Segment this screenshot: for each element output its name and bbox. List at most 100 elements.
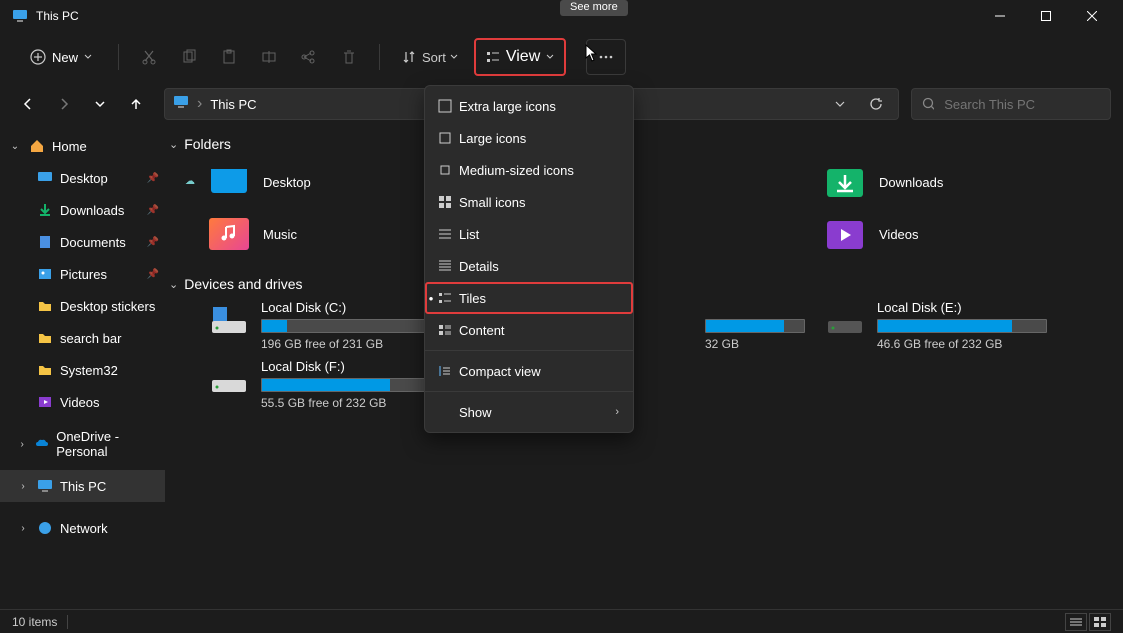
ellipsis-icon (598, 49, 614, 65)
chevron-right-icon: › (16, 523, 30, 534)
more-button[interactable] (586, 39, 626, 75)
separator (379, 44, 380, 70)
cut-button[interactable] (133, 39, 165, 75)
sidebar-item-label: OneDrive - Personal (56, 429, 159, 459)
documents-icon (36, 233, 54, 251)
sidebar-item-home[interactable]: ⌄ Home (0, 130, 165, 162)
view-label: View (506, 48, 540, 66)
folder-label: Downloads (879, 175, 943, 190)
group-header-drives[interactable]: ⌄ Devices and drives (169, 276, 1113, 292)
share-button[interactable] (293, 39, 325, 75)
paste-button[interactable] (213, 39, 245, 75)
minimize-button[interactable] (977, 0, 1023, 32)
menu-item-lg-icons[interactable]: Large icons (425, 122, 633, 154)
drive-label: Local Disk (C:) (261, 300, 431, 315)
chevron-down-icon (450, 53, 458, 61)
sidebar-item-desktop[interactable]: Desktop 📌 (0, 162, 165, 194)
menu-item-content[interactable]: Content (425, 314, 633, 346)
drive-tile-e[interactable]: Local Disk (E:) 46.6 GB free of 232 GB (825, 300, 1113, 351)
sidebar-item-search-bar[interactable]: search bar (0, 322, 165, 354)
view-menu: Extra large icons Large icons Medium-siz… (424, 85, 634, 433)
trash-icon (341, 49, 357, 65)
thumbnails-view-button[interactable] (1089, 613, 1111, 631)
menu-item-xl-icons[interactable]: Extra large icons (425, 90, 633, 122)
lg-icons-icon (437, 131, 453, 145)
copy-button[interactable] (173, 39, 205, 75)
menu-item-tiles[interactable]: Tiles (425, 282, 633, 314)
close-button[interactable] (1069, 0, 1115, 32)
sidebar-item-label: Desktop stickers (60, 299, 155, 314)
maximize-button[interactable] (1023, 0, 1069, 32)
menu-item-show[interactable]: Show› (425, 396, 633, 428)
sidebar-item-pictures[interactable]: Pictures 📌 (0, 258, 165, 290)
up-button[interactable] (120, 88, 152, 120)
chevron-right-icon: › (615, 406, 619, 418)
folder-label: Desktop (263, 175, 311, 190)
downloads-icon (825, 164, 865, 200)
sidebar-item-desktop-stickers[interactable]: Desktop stickers (0, 290, 165, 322)
sidebar-item-label: Downloads (60, 203, 124, 218)
drive-usage-bar (705, 319, 805, 333)
sidebar-item-label: Documents (60, 235, 126, 250)
videos-icon (825, 216, 865, 252)
cut-icon (141, 49, 157, 65)
sidebar-item-onedrive[interactable]: › OneDrive - Personal (0, 428, 165, 460)
menu-item-label: Compact view (459, 364, 541, 379)
drive-usage-bar (261, 319, 431, 333)
this-pc-icon (12, 8, 28, 24)
sidebar-item-label: Desktop (60, 171, 108, 186)
view-button[interactable]: View (474, 38, 566, 76)
onedrive-icon (34, 435, 50, 453)
sort-button[interactable]: Sort (394, 39, 466, 75)
drive-icon (209, 302, 249, 338)
sidebar-item-system32[interactable]: System32 (0, 354, 165, 386)
back-button[interactable] (12, 88, 44, 120)
address-dropdown-button[interactable] (826, 99, 854, 109)
folder-tile-downloads[interactable]: Downloads (825, 160, 1113, 204)
menu-item-label: Content (459, 323, 505, 338)
search-input[interactable] (944, 97, 1100, 112)
sidebar-item-downloads[interactable]: Downloads 📌 (0, 194, 165, 226)
network-icon (36, 519, 54, 537)
window-title: This PC (36, 9, 79, 23)
sidebar-item-this-pc[interactable]: › This PC (0, 470, 165, 502)
forward-button[interactable] (48, 88, 80, 120)
breadcrumb[interactable]: This PC (210, 97, 256, 112)
drive-usage-bar (261, 378, 431, 392)
drive-info: 32 GB (705, 300, 805, 351)
delete-button[interactable] (333, 39, 365, 75)
rename-button[interactable] (253, 39, 285, 75)
menu-item-md-icons[interactable]: Medium-sized icons (425, 154, 633, 186)
group-label: Devices and drives (184, 276, 302, 292)
tiles-icon (437, 291, 453, 305)
desktop-icon (36, 169, 54, 187)
new-button[interactable]: New (18, 39, 104, 75)
sidebar-item-videos[interactable]: Videos (0, 386, 165, 418)
sidebar-item-label: search bar (60, 331, 121, 346)
drive-info: Local Disk (F:) 55.5 GB free of 232 GB (261, 359, 431, 410)
drive-label: Local Disk (E:) (877, 300, 1047, 315)
sidebar-item-network[interactable]: › Network (0, 512, 165, 544)
copy-icon (181, 49, 197, 65)
menu-item-compact[interactable]: Compact view (425, 355, 633, 387)
view-mode-icons (1065, 613, 1111, 631)
compact-icon (437, 364, 453, 378)
sort-label: Sort (422, 50, 446, 65)
menu-item-list[interactable]: List (425, 218, 633, 250)
group-header-folders[interactable]: ⌄ Folders (169, 136, 1113, 152)
folder-label: Music (263, 227, 297, 242)
search-bar[interactable] (911, 88, 1111, 120)
sidebar-item-documents[interactable]: Documents 📌 (0, 226, 165, 258)
folder-tile-videos[interactable]: Videos (825, 212, 1113, 256)
sidebar-item-label: Network (60, 521, 108, 536)
search-icon (922, 97, 934, 111)
sidebar-item-label: System32 (60, 363, 118, 378)
details-view-button[interactable] (1065, 613, 1087, 631)
menu-item-details[interactable]: Details (425, 250, 633, 282)
chevron-right-icon: › (16, 481, 30, 492)
menu-item-sm-icons[interactable]: Small icons (425, 186, 633, 218)
refresh-button[interactable] (862, 97, 890, 111)
toolbar: New Sort View (0, 32, 1123, 82)
recent-button[interactable] (84, 88, 116, 120)
desktop-icon (209, 164, 249, 200)
